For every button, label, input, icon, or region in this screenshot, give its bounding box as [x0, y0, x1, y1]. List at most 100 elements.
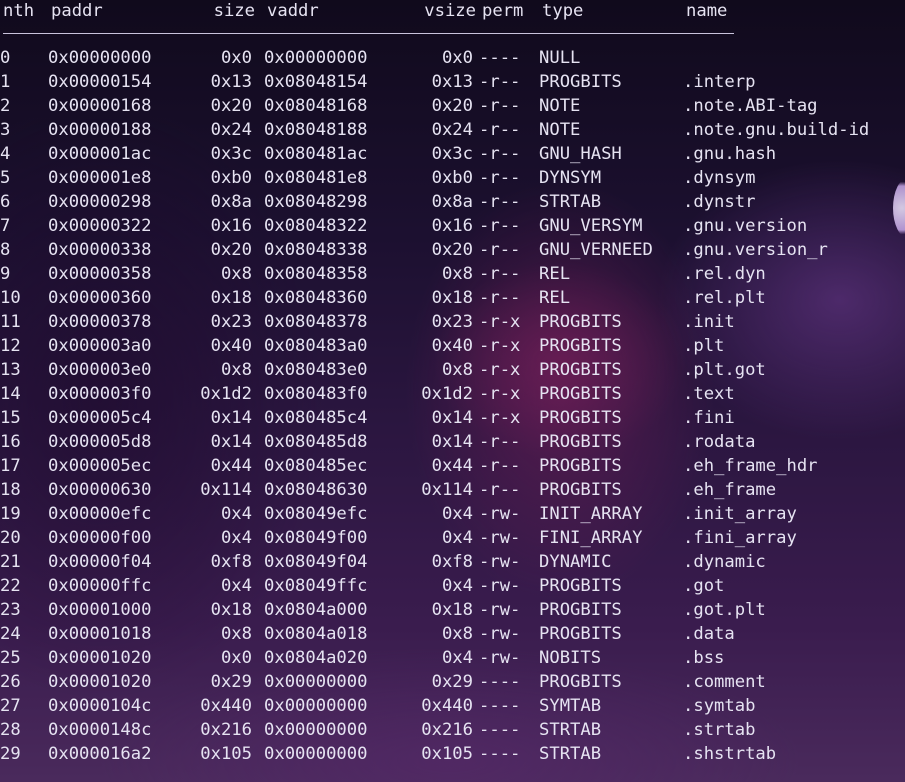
cell-type: STRTAB	[539, 720, 602, 740]
header-size: size	[213, 1, 255, 21]
cell-nth: 1	[0, 72, 11, 92]
cell-vaddr: 0x08048338	[264, 240, 368, 260]
cell-vsize: 0x105	[421, 744, 473, 764]
cell-size: 0x23	[210, 312, 252, 332]
cell-size: 0x216	[200, 720, 252, 740]
cell-vaddr: 0x0804a000	[264, 600, 368, 620]
cell-type: PROGBITS	[539, 312, 622, 332]
cell-type: STRTAB	[539, 192, 602, 212]
cell-paddr: 0x000001ac	[48, 144, 152, 164]
cell-vsize: 0x40	[431, 336, 473, 356]
cell-nth: 25	[0, 648, 21, 668]
cell-paddr: 0x00000298	[48, 192, 152, 212]
cell-nth: 23	[0, 600, 21, 620]
cell-vsize: 0x3c	[431, 144, 473, 164]
cell-perm: -rw-	[479, 504, 521, 524]
cell-perm: -r-x	[479, 336, 521, 356]
cell-nth: 21	[0, 552, 21, 572]
cell-vaddr: 0x08048322	[264, 216, 368, 236]
cell-nth: 8	[0, 240, 11, 260]
cell-type: PROGBITS	[539, 408, 622, 428]
cell-nth: 27	[0, 696, 21, 716]
cell-type: GNU_VERNEED	[539, 240, 653, 260]
cell-vsize: 0x0	[441, 48, 473, 68]
cell-size: 0x440	[200, 696, 252, 716]
cell-vsize: 0x440	[421, 696, 473, 716]
cell-vsize: 0x114	[421, 480, 473, 500]
cell-vsize: 0x216	[421, 720, 473, 740]
cell-name: .bss	[683, 648, 725, 668]
cell-nth: 3	[0, 120, 11, 140]
cell-nth: 20	[0, 528, 21, 548]
cell-perm: ----	[479, 696, 521, 716]
cell-type: GNU_HASH	[539, 144, 622, 164]
cell-type: DYNAMIC	[539, 552, 612, 572]
cell-perm: -r-x	[479, 384, 521, 404]
cell-perm: -rw-	[479, 648, 521, 668]
cell-paddr: 0x0000148c	[48, 720, 152, 740]
cell-size: 0x20	[210, 96, 252, 116]
cell-vaddr: 0x08048630	[264, 480, 368, 500]
cell-name: .rodata	[683, 432, 756, 452]
header-perm: perm	[482, 1, 524, 21]
cell-type: NULL	[539, 48, 581, 68]
cell-perm: -r--	[479, 480, 521, 500]
cell-nth: 13	[0, 360, 21, 380]
cell-type: PROGBITS	[539, 624, 622, 644]
cell-vsize: 0x13	[431, 72, 473, 92]
cell-nth: 7	[0, 216, 11, 236]
cell-type: PROGBITS	[539, 336, 622, 356]
cell-vaddr: 0x080485d8	[264, 432, 368, 452]
cell-size: 0x44	[210, 456, 252, 476]
cell-perm: -r-x	[479, 360, 521, 380]
cell-name: .got.plt	[683, 600, 766, 620]
cell-paddr: 0x000003f0	[48, 384, 152, 404]
cell-size: 0x8	[220, 264, 252, 284]
cell-perm: -r--	[479, 96, 521, 116]
cell-size: 0x13	[210, 72, 252, 92]
cell-paddr: 0x00000358	[48, 264, 152, 284]
cell-type: GNU_VERSYM	[539, 216, 643, 236]
cell-perm: -r--	[479, 240, 521, 260]
cell-vaddr: 0x08049f00	[264, 528, 368, 548]
cell-type: REL	[539, 288, 571, 308]
cell-paddr: 0x00001020	[48, 648, 152, 668]
cell-vaddr: 0x080481e8	[264, 168, 368, 188]
cell-nth: 26	[0, 672, 21, 692]
cell-perm: ----	[479, 720, 521, 740]
cell-nth: 0	[0, 48, 11, 68]
cell-size: 0x1d2	[200, 384, 252, 404]
cell-nth: 16	[0, 432, 21, 452]
cell-paddr: 0x000016a2	[48, 744, 152, 764]
cell-name: .plt.got	[683, 360, 766, 380]
cell-name: .text	[683, 384, 735, 404]
header-vaddr: vaddr	[267, 1, 319, 21]
cell-name: .gnu.version	[683, 216, 808, 236]
header-type: type	[542, 1, 584, 21]
cell-name: .symtab	[683, 696, 756, 716]
cell-paddr: 0x00001018	[48, 624, 152, 644]
cell-paddr: 0x000005d8	[48, 432, 152, 452]
cell-vsize: 0x29	[431, 672, 473, 692]
cell-type: PROGBITS	[539, 672, 622, 692]
cell-vaddr: 0x080481ac	[264, 144, 368, 164]
cell-vaddr: 0x00000000	[264, 672, 368, 692]
cell-name: .init	[683, 312, 735, 332]
cell-paddr: 0x000001e8	[48, 168, 152, 188]
cell-nth: 28	[0, 720, 21, 740]
cell-type: DYNSYM	[539, 168, 602, 188]
header-paddr: paddr	[51, 1, 103, 21]
cell-vaddr: 0x0804a018	[264, 624, 368, 644]
cell-type: PROGBITS	[539, 480, 622, 500]
cell-paddr: 0x000005ec	[48, 456, 152, 476]
cell-size: 0x24	[210, 120, 252, 140]
cell-size: 0x114	[200, 480, 252, 500]
cell-type: PROGBITS	[539, 600, 622, 620]
cell-perm: -rw-	[479, 600, 521, 620]
cell-name: .plt	[683, 336, 725, 356]
cell-name: .eh_frame_hdr	[683, 456, 818, 476]
cell-name: .dynamic	[683, 552, 766, 572]
cell-perm: -r--	[479, 72, 521, 92]
cell-size: 0x4	[220, 528, 252, 548]
cell-type: NOBITS	[539, 648, 602, 668]
